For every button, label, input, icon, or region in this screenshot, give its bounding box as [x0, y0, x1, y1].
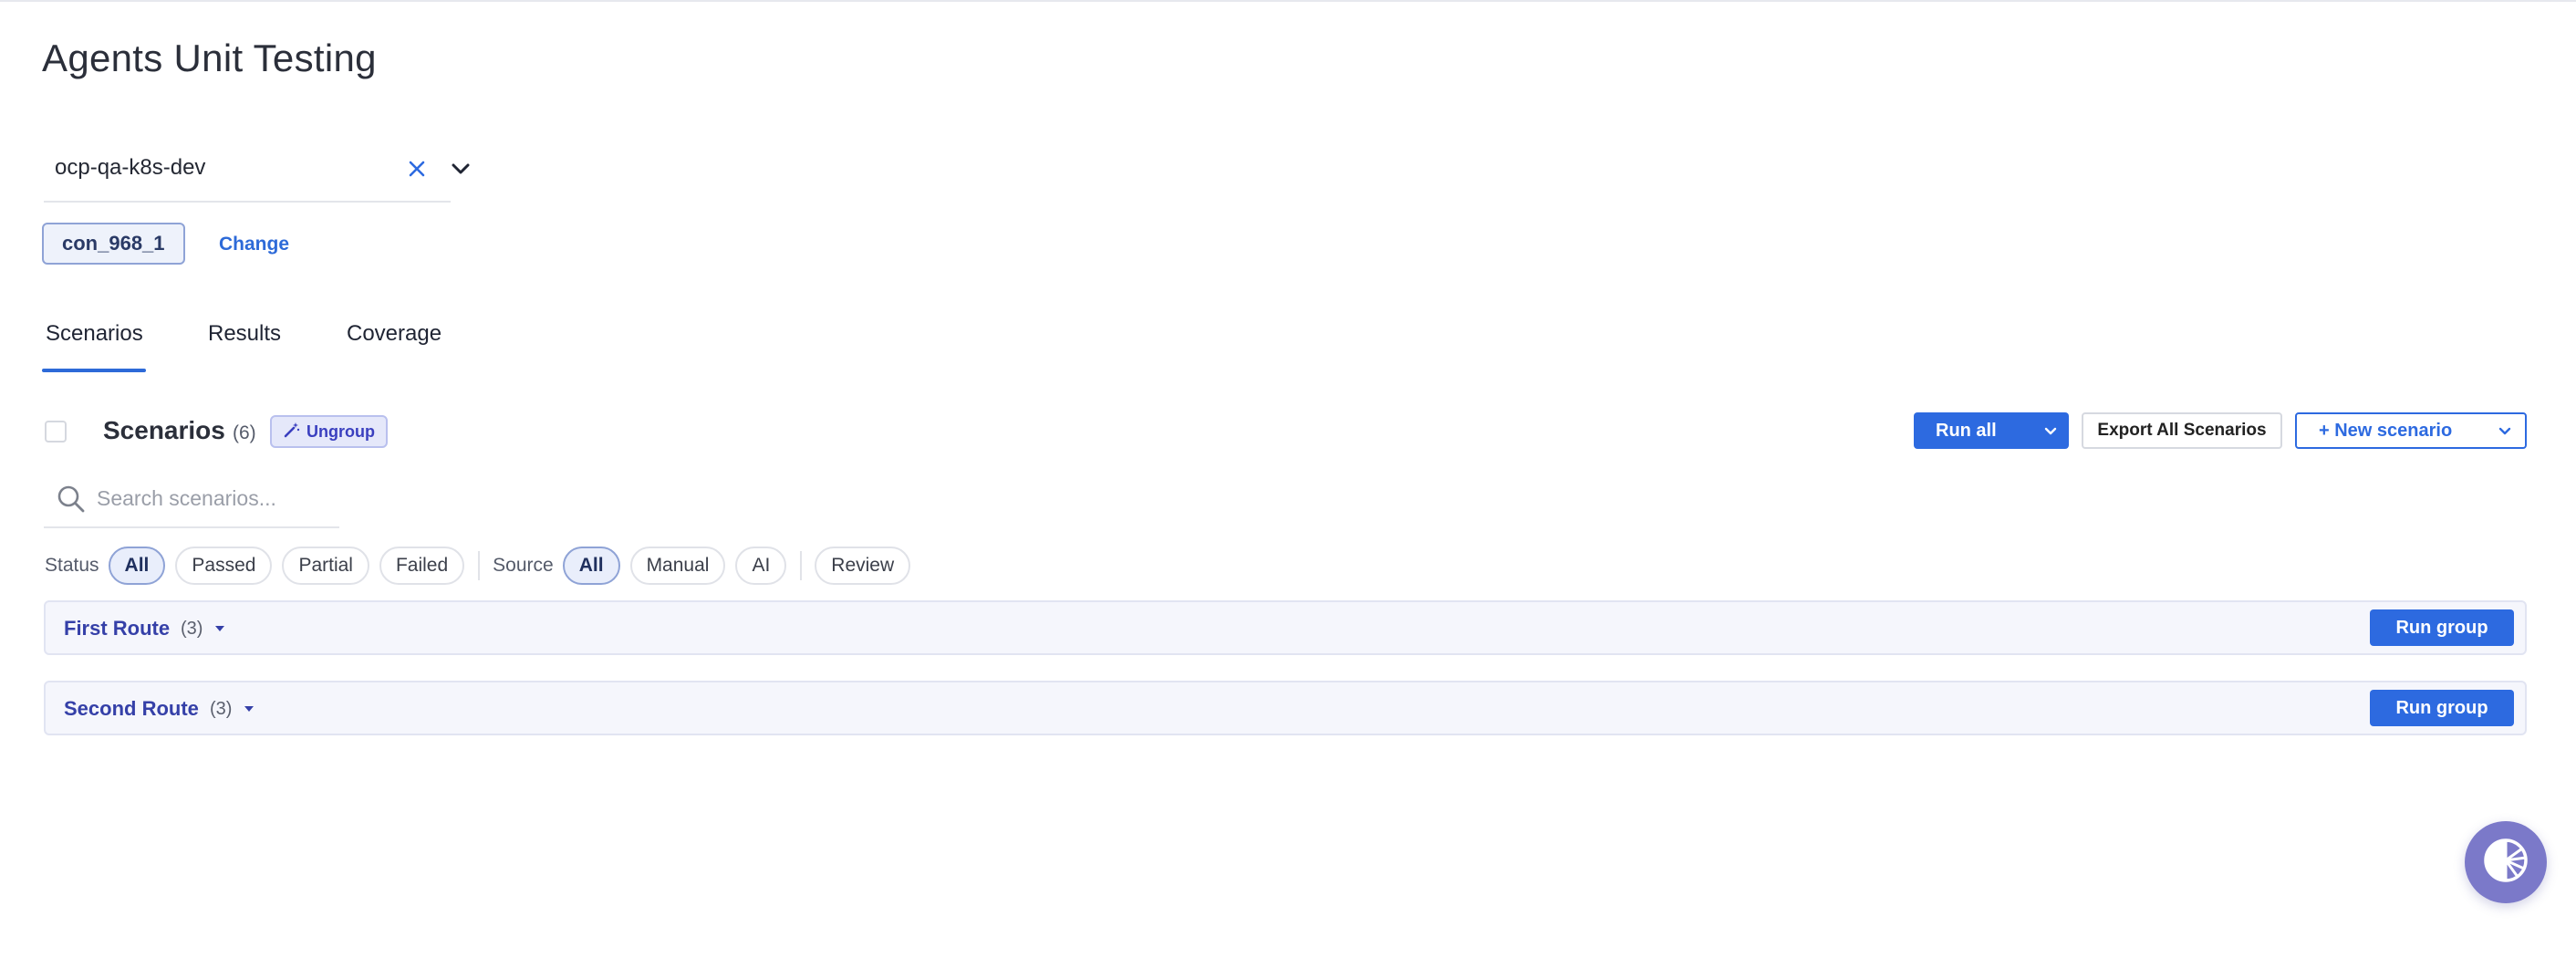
filter-divider [800, 551, 803, 580]
status-filter-failed[interactable]: Failed [379, 547, 465, 585]
source-filter-ai[interactable]: AI [735, 547, 787, 585]
scenario-group[interactable]: Second Route (3) Run group [44, 681, 2527, 735]
caret-down-icon[interactable] [243, 703, 255, 715]
status-filter-passed[interactable]: Passed [175, 547, 273, 585]
tab-coverage[interactable]: Coverage [347, 321, 441, 347]
caret-down-icon[interactable] [213, 622, 226, 635]
tab-results[interactable]: Results [208, 321, 281, 347]
assistant-button[interactable] [2465, 821, 2547, 903]
source-filter-manual[interactable]: Manual [629, 547, 726, 585]
tab-scenarios[interactable]: Scenarios [46, 321, 143, 347]
group-name[interactable]: First Route [64, 617, 170, 640]
ungroup-button[interactable]: Ungroup [270, 415, 388, 448]
source-filter-label: Source [493, 555, 554, 576]
group-count: (3) [210, 699, 233, 719]
search-input[interactable] [97, 481, 334, 515]
search-icon [55, 483, 88, 515]
review-filter[interactable]: Review [815, 547, 911, 585]
chevron-down-icon[interactable] [2032, 412, 2069, 449]
new-scenario-button[interactable]: + New scenario [2295, 412, 2527, 449]
new-scenario-label: + New scenario [2319, 420, 2453, 441]
change-connection-link[interactable]: Change [219, 234, 289, 255]
run-group-button[interactable]: Run group [2370, 690, 2514, 726]
search-box [44, 472, 339, 528]
chevron-down-icon[interactable] [447, 155, 474, 182]
group-name[interactable]: Second Route [64, 697, 199, 721]
filter-divider [478, 551, 481, 580]
scenarios-count: (6) [233, 422, 256, 443]
magic-wand-icon [283, 421, 301, 443]
close-icon[interactable] [403, 155, 431, 182]
workspace-select[interactable]: ocp-qa-k8s-dev [44, 146, 470, 203]
status-filter-partial[interactable]: Partial [282, 547, 369, 585]
scenarios-heading: Scenarios [103, 416, 225, 444]
connection-chip[interactable]: con_968_1 [42, 223, 185, 265]
page-title: Agents Unit Testing [42, 36, 377, 79]
source-filter-all[interactable]: All [562, 547, 620, 585]
run-all-button[interactable]: Run all [1914, 412, 2069, 449]
chevron-down-icon[interactable] [2485, 422, 2525, 440]
assistant-icon [2481, 836, 2530, 890]
run-group-button[interactable]: Run group [2370, 609, 2514, 646]
group-count: (3) [181, 619, 203, 639]
ungroup-label: Ungroup [306, 422, 375, 441]
status-filter-all[interactable]: All [108, 547, 166, 585]
workspace-value: ocp-qa-k8s-dev [55, 155, 206, 180]
status-filter-label: Status [45, 555, 99, 576]
run-all-label: Run all [1936, 420, 1997, 441]
export-all-scenarios-button[interactable]: Export All Scenarios [2082, 412, 2282, 449]
active-tab-indicator [42, 369, 146, 372]
scenario-group[interactable]: First Route (3) Run group [44, 600, 2527, 655]
select-all-checkbox[interactable] [45, 421, 67, 443]
filter-bar: Status All Passed Partial Failed Source … [45, 547, 920, 585]
